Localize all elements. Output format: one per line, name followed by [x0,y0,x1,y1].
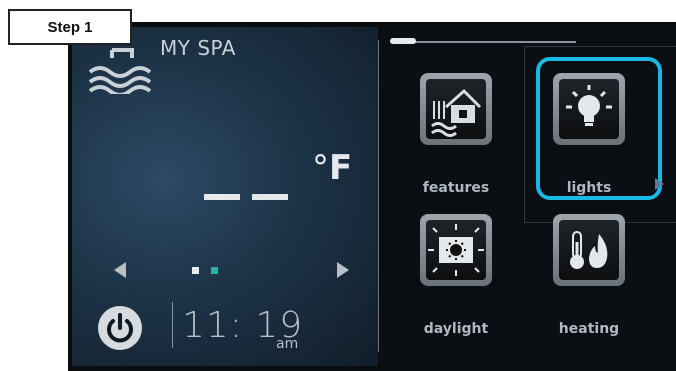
app-title: MY SPA [160,36,236,60]
menu-next-arrow-icon[interactable] [655,178,664,190]
previous-page-arrow-icon[interactable] [114,262,126,278]
page-slider-thumb[interactable] [390,38,416,44]
temperature-unit: °F [312,148,352,188]
power-button[interactable] [98,306,142,350]
spa-water-icon [88,44,158,94]
heating-button[interactable] [553,214,625,286]
daylight-label: daylight [423,321,489,337]
next-page-arrow-icon[interactable] [337,262,349,278]
page-indicator-dot-active [211,267,218,274]
degree-symbol: ° [312,148,329,188]
power-icon [107,313,133,343]
heating-label: heating [558,321,620,337]
clock-separator [172,302,173,348]
thermometer-flame-icon [570,231,608,269]
daylight-button[interactable] [420,214,492,286]
panel-divider [378,40,379,352]
clock-ampm: am [276,336,299,352]
features-button[interactable] [420,73,492,145]
temperature-value: — — [200,160,296,208]
features-tile-face [426,79,486,139]
page-indicator-dot [192,267,199,274]
unit-letter: F [329,148,353,188]
house-with-water-icon [431,88,482,137]
sun-icon [428,224,484,276]
page-slider-track[interactable] [390,41,576,43]
daylight-tile-face [426,220,486,280]
lights-selection-highlight [536,57,662,200]
step-label: Step 1 [8,9,132,45]
heating-tile-face [559,220,619,280]
features-label: features [422,180,490,196]
